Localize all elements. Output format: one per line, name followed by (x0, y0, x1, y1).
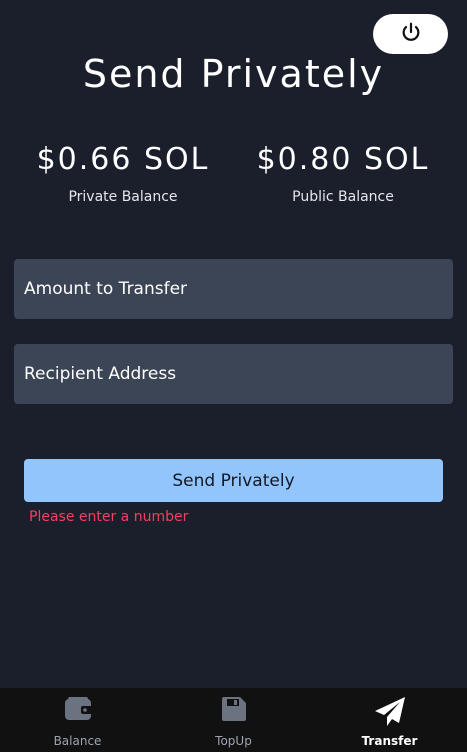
recipient-address-input[interactable] (14, 344, 453, 404)
private-balance: $0.66 SOL Private Balance (13, 140, 233, 205)
nav-item-transfer[interactable]: Transfer (312, 688, 467, 752)
bottom-nav: Balance TopUp Transfer (0, 688, 467, 752)
nav-label-topup: TopUp (215, 734, 252, 748)
page-title: Send Privately (82, 52, 385, 97)
public-balance: $0.80 SOL Public Balance (233, 140, 453, 205)
power-button[interactable] (373, 14, 448, 54)
error-message: Please enter a number (29, 509, 189, 525)
paper-plane-icon (373, 696, 407, 732)
public-balance-amount: $0.80 SOL (256, 142, 430, 177)
amount-input[interactable] (14, 259, 453, 319)
nav-item-topup[interactable]: TopUp (156, 688, 311, 752)
private-balance-amount: $0.66 SOL (36, 142, 210, 177)
wallet-icon (64, 696, 92, 726)
nav-item-balance[interactable]: Balance (0, 688, 155, 752)
power-icon (400, 21, 422, 47)
public-balance-label: Public Balance (292, 189, 394, 205)
nav-label-balance: Balance (53, 734, 102, 748)
balances-panel: $0.66 SOL Private Balance $0.80 SOL Publ… (0, 140, 467, 220)
nav-label-transfer: Transfer (361, 734, 418, 748)
private-balance-label: Private Balance (68, 189, 178, 205)
send-privately-button[interactable]: Send Privately (24, 459, 443, 502)
floppy-disk-icon (221, 696, 247, 726)
